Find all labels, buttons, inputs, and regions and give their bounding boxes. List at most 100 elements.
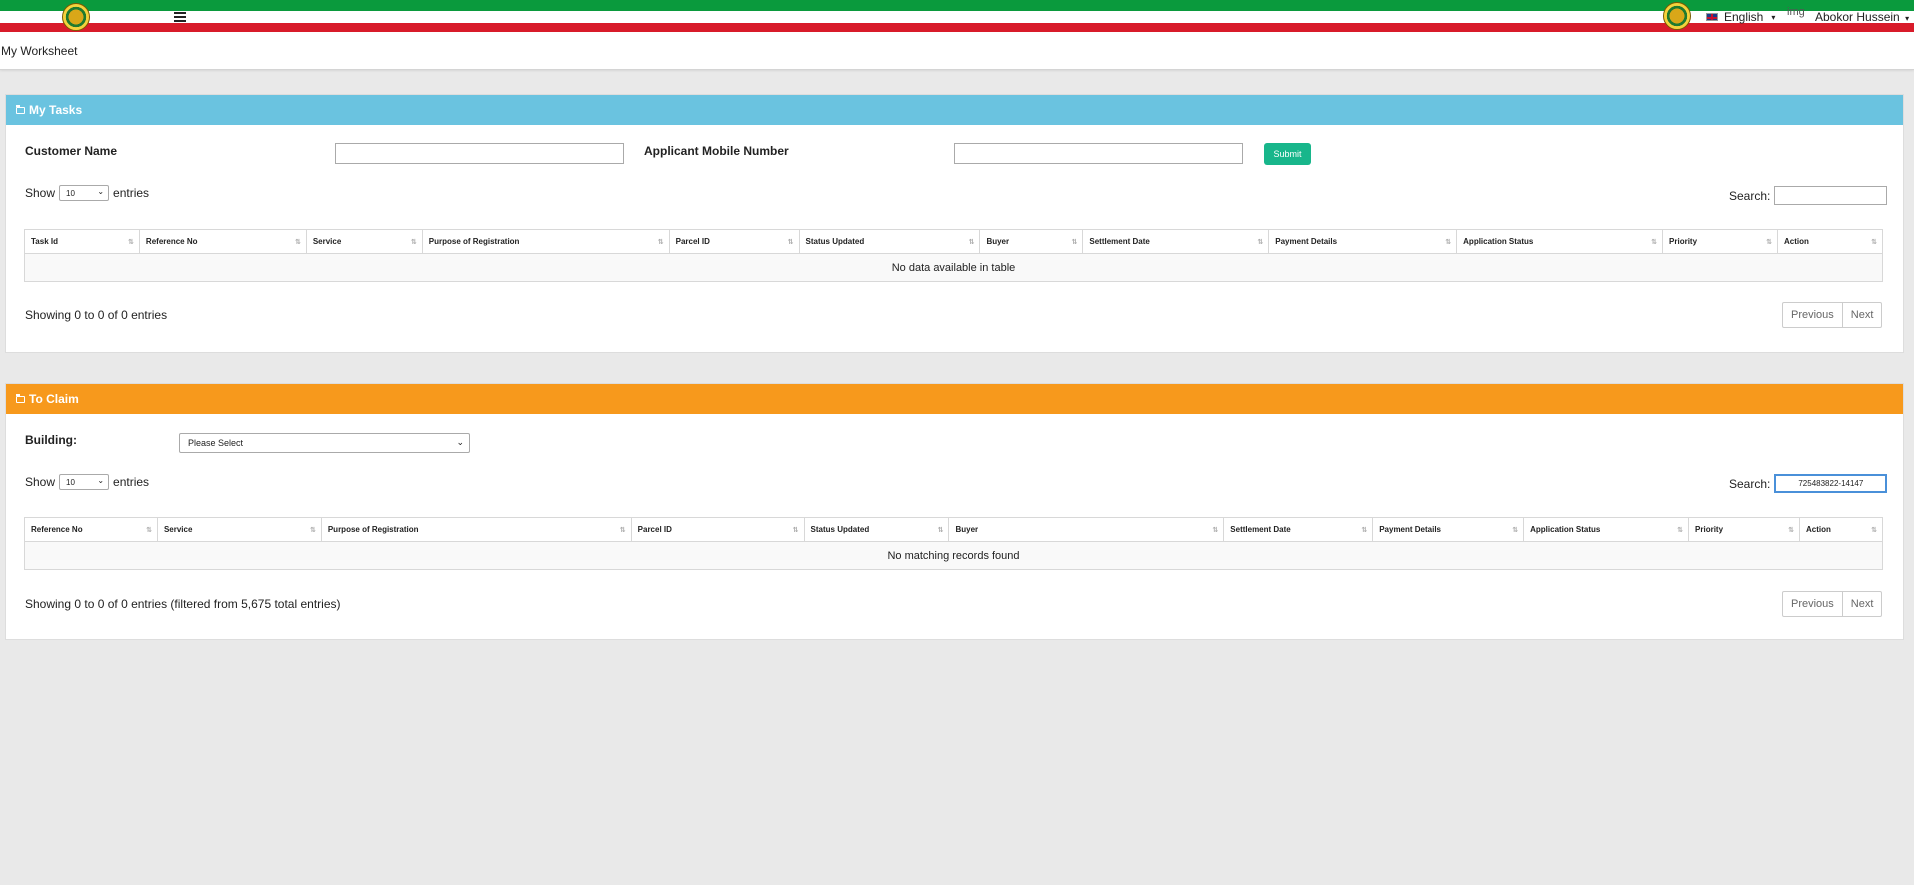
- sort-icon: ⇅: [1766, 239, 1772, 246]
- table-header-row: Reference No ⇅ Service ⇅ Purpose of Registra…: [24, 517, 1884, 542]
- search-label: Search:: [1729, 188, 1771, 203]
- column-header-label: Task Id: [31, 237, 58, 246]
- entries-label: entries: [113, 186, 150, 200]
- show-label: Show: [25, 186, 56, 200]
- top-header: English ▾ img Abokor Hussein ▾: [0, 0, 1914, 34]
- mobile-number-label: Applicant Mobile Number: [644, 144, 789, 158]
- column-header-label: Purpose of Registration: [327, 525, 419, 534]
- table-search: Search: 725483822-14147: [1729, 474, 1888, 493]
- sort-icon: ⇅: [619, 527, 626, 534]
- sort-icon: ⇅: [787, 239, 794, 246]
- user-avatar-broken: img: [1787, 6, 1805, 18]
- building-select[interactable]: Please Select ⌄: [179, 433, 470, 453]
- column-header[interactable]: Payment Details ⇅: [1372, 517, 1525, 542]
- sort-icon: ⇅: [657, 239, 664, 246]
- table-info: Showing 0 to 0 of 0 entries (filtered fr…: [25, 597, 341, 611]
- sort-icon: ⇅: [1257, 239, 1263, 246]
- emblem-logo-icon[interactable]: [62, 3, 90, 31]
- to-claim-table: Reference No ⇅ Service ⇅ Purpose of Registra…: [24, 517, 1884, 570]
- user-name: Abokor Hussein: [1815, 10, 1900, 24]
- column-header-label: Payment Details: [1275, 237, 1338, 246]
- column-header[interactable]: Task Id ⇅: [24, 229, 140, 254]
- mobile-number-input[interactable]: [954, 143, 1243, 164]
- chevron-down-icon: ⌄: [456, 437, 464, 447]
- pagination: Previous Next: [1782, 591, 1883, 617]
- building-label: Building:: [25, 433, 77, 447]
- sort-icon: ⇅: [968, 239, 975, 246]
- column-header[interactable]: Priority ⇅: [1688, 517, 1800, 542]
- chevron-down-icon: ⌄: [97, 187, 105, 196]
- column-header[interactable]: Buyer ⇅: [948, 517, 1225, 542]
- empty-table-message: No matching records found: [24, 541, 1883, 570]
- column-header-label: Action: [1783, 237, 1809, 246]
- table-row: No matching records found: [24, 541, 1883, 570]
- entries-select[interactable]: 10 ⌄: [59, 474, 110, 490]
- my-tasks-header: My Tasks: [6, 95, 1903, 125]
- sort-icon: ⇅: [792, 527, 799, 534]
- column-header[interactable]: Status Updated ⇅: [803, 517, 950, 542]
- submit-button[interactable]: Submit: [1264, 143, 1311, 165]
- sort-icon: ⇅: [309, 527, 316, 534]
- column-header[interactable]: Action ⇅: [1798, 517, 1884, 542]
- customer-name-input[interactable]: [335, 143, 624, 164]
- sort-icon: ⇅: [1871, 527, 1877, 534]
- sort-icon: ⇅: [1212, 527, 1218, 534]
- column-header[interactable]: Priority ⇅: [1662, 229, 1778, 254]
- sort-icon: ⇅: [410, 239, 417, 246]
- table-row: No data available in table: [24, 253, 1883, 282]
- column-header[interactable]: Settlement Date ⇅: [1082, 229, 1270, 254]
- column-header[interactable]: Reference No ⇅: [138, 229, 307, 254]
- column-header[interactable]: Buyer ⇅: [979, 229, 1084, 254]
- flag-stripe-white: [0, 11, 1914, 23]
- next-button[interactable]: Next: [1841, 303, 1882, 327]
- column-header[interactable]: Parcel ID ⇅: [668, 229, 800, 254]
- sort-icon: ⇅: [1071, 239, 1078, 246]
- pagination: Previous Next: [1782, 302, 1883, 328]
- column-header-label: Settlement Date: [1230, 525, 1291, 534]
- column-header-label: Status Updated: [805, 237, 865, 246]
- sort-icon: ⇅: [146, 527, 152, 534]
- column-header[interactable]: Application Status ⇅: [1523, 517, 1690, 542]
- sort-icon: ⇅: [1445, 239, 1451, 246]
- column-header-label: Purpose of Registration: [428, 237, 520, 246]
- column-header-label: Settlement Date: [1089, 237, 1150, 246]
- entries-label: entries: [113, 475, 150, 489]
- column-header[interactable]: Action ⇅: [1776, 229, 1884, 254]
- sort-icon: ⇅: [1651, 239, 1657, 246]
- my-tasks-panel: My Tasks: [5, 94, 1904, 353]
- entries-value: 10: [66, 477, 75, 487]
- search-input[interactable]: [1774, 186, 1888, 205]
- column-header-label: Buyer: [986, 237, 1010, 246]
- column-header[interactable]: Application Status ⇅: [1456, 229, 1664, 254]
- previous-button[interactable]: Previous: [1783, 303, 1842, 327]
- column-header-label: Application Status: [1463, 237, 1534, 246]
- column-header-label: Priority: [1669, 237, 1698, 246]
- panel-title: To Claim: [29, 392, 79, 406]
- column-header-label: Service: [163, 525, 193, 534]
- column-header[interactable]: Settlement Date ⇅: [1223, 517, 1374, 542]
- column-header[interactable]: Status Updated ⇅: [798, 229, 981, 254]
- column-header[interactable]: Purpose of Registration ⇅: [320, 517, 632, 542]
- column-header[interactable]: Service ⇅: [156, 517, 322, 542]
- column-header-label: Status Updated: [810, 525, 870, 534]
- column-header[interactable]: Parcel ID ⇅: [630, 517, 805, 542]
- caret-down-icon: ▾: [1905, 14, 1910, 23]
- user-menu[interactable]: Abokor Hussein ▾: [1815, 10, 1909, 24]
- column-header[interactable]: Reference No ⇅: [24, 517, 158, 542]
- search-label: Search:: [1729, 476, 1771, 491]
- next-button[interactable]: Next: [1841, 592, 1882, 616]
- panel-title: My Tasks: [29, 103, 83, 117]
- column-header[interactable]: Payment Details ⇅: [1268, 229, 1458, 254]
- table-header-row: Task Id ⇅ Reference No ⇅ Service ⇅ Purpose of …: [24, 229, 1884, 254]
- menu-toggle-icon[interactable]: [174, 12, 186, 22]
- previous-button[interactable]: Previous: [1783, 592, 1842, 616]
- entries-select[interactable]: 10 ⌄: [59, 185, 110, 201]
- column-header-label: Reference No: [31, 525, 83, 534]
- building-select-value: Please Select: [188, 438, 244, 448]
- column-header[interactable]: Service ⇅: [305, 229, 423, 254]
- language-dropdown[interactable]: English ▾: [1706, 10, 1775, 24]
- search-input[interactable]: 725483822-14147: [1774, 474, 1888, 493]
- column-header[interactable]: Purpose of Registration ⇅: [421, 229, 670, 254]
- column-header-label: Parcel ID: [637, 525, 672, 534]
- sort-icon: ⇅: [294, 239, 301, 246]
